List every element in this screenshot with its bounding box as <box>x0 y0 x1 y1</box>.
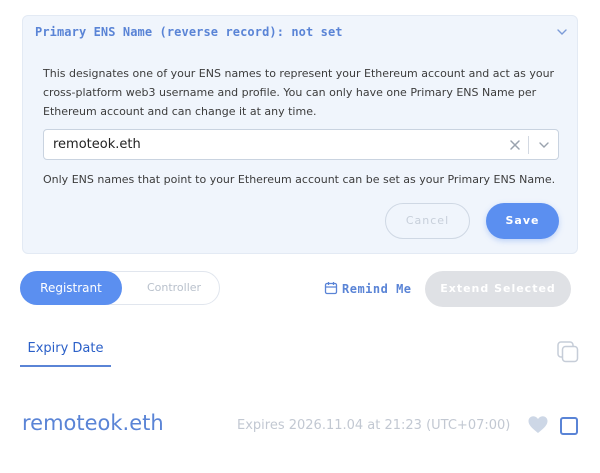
toggle-registrant[interactable]: Registrant <box>20 271 122 305</box>
panel-note: Only ENS names that point to your Ethere… <box>43 173 556 186</box>
calendar-icon <box>324 282 338 295</box>
chevron-down-icon[interactable] <box>537 138 551 152</box>
extend-selected-button[interactable]: Extend Selected <box>425 271 571 307</box>
domain-name-link[interactable]: remoteok.eth <box>22 411 164 435</box>
remind-me-label: Remind Me <box>342 282 412 296</box>
row-select-checkbox[interactable] <box>560 417 578 435</box>
chevron-down-icon[interactable] <box>555 25 569 39</box>
expiry-text: Expires 2026.11.04 at 21:23 (UTC+07:00) <box>237 418 511 433</box>
primary-ens-panel: Primary ENS Name (reverse record): not s… <box>22 15 578 254</box>
save-button[interactable]: Save <box>486 203 559 239</box>
copy-icon[interactable] <box>556 340 580 364</box>
primary-name-select[interactable]: remoteok.eth <box>43 129 559 160</box>
panel-title[interactable]: Primary ENS Name (reverse record): not s… <box>35 25 343 39</box>
role-toggle[interactable]: Registrant Controller <box>20 271 220 305</box>
close-icon[interactable] <box>509 139 521 151</box>
heart-icon[interactable] <box>527 414 549 436</box>
remind-me-button[interactable]: Remind Me <box>324 281 412 297</box>
cancel-button[interactable]: Cancel <box>385 203 470 239</box>
select-value: remoteok.eth <box>53 137 141 152</box>
panel-description: This designates one of your ENS names to… <box>43 67 555 118</box>
toggle-controller[interactable]: Controller <box>127 272 221 304</box>
tab-expiry-date[interactable]: Expiry Date <box>20 341 111 367</box>
select-separator <box>528 136 529 154</box>
